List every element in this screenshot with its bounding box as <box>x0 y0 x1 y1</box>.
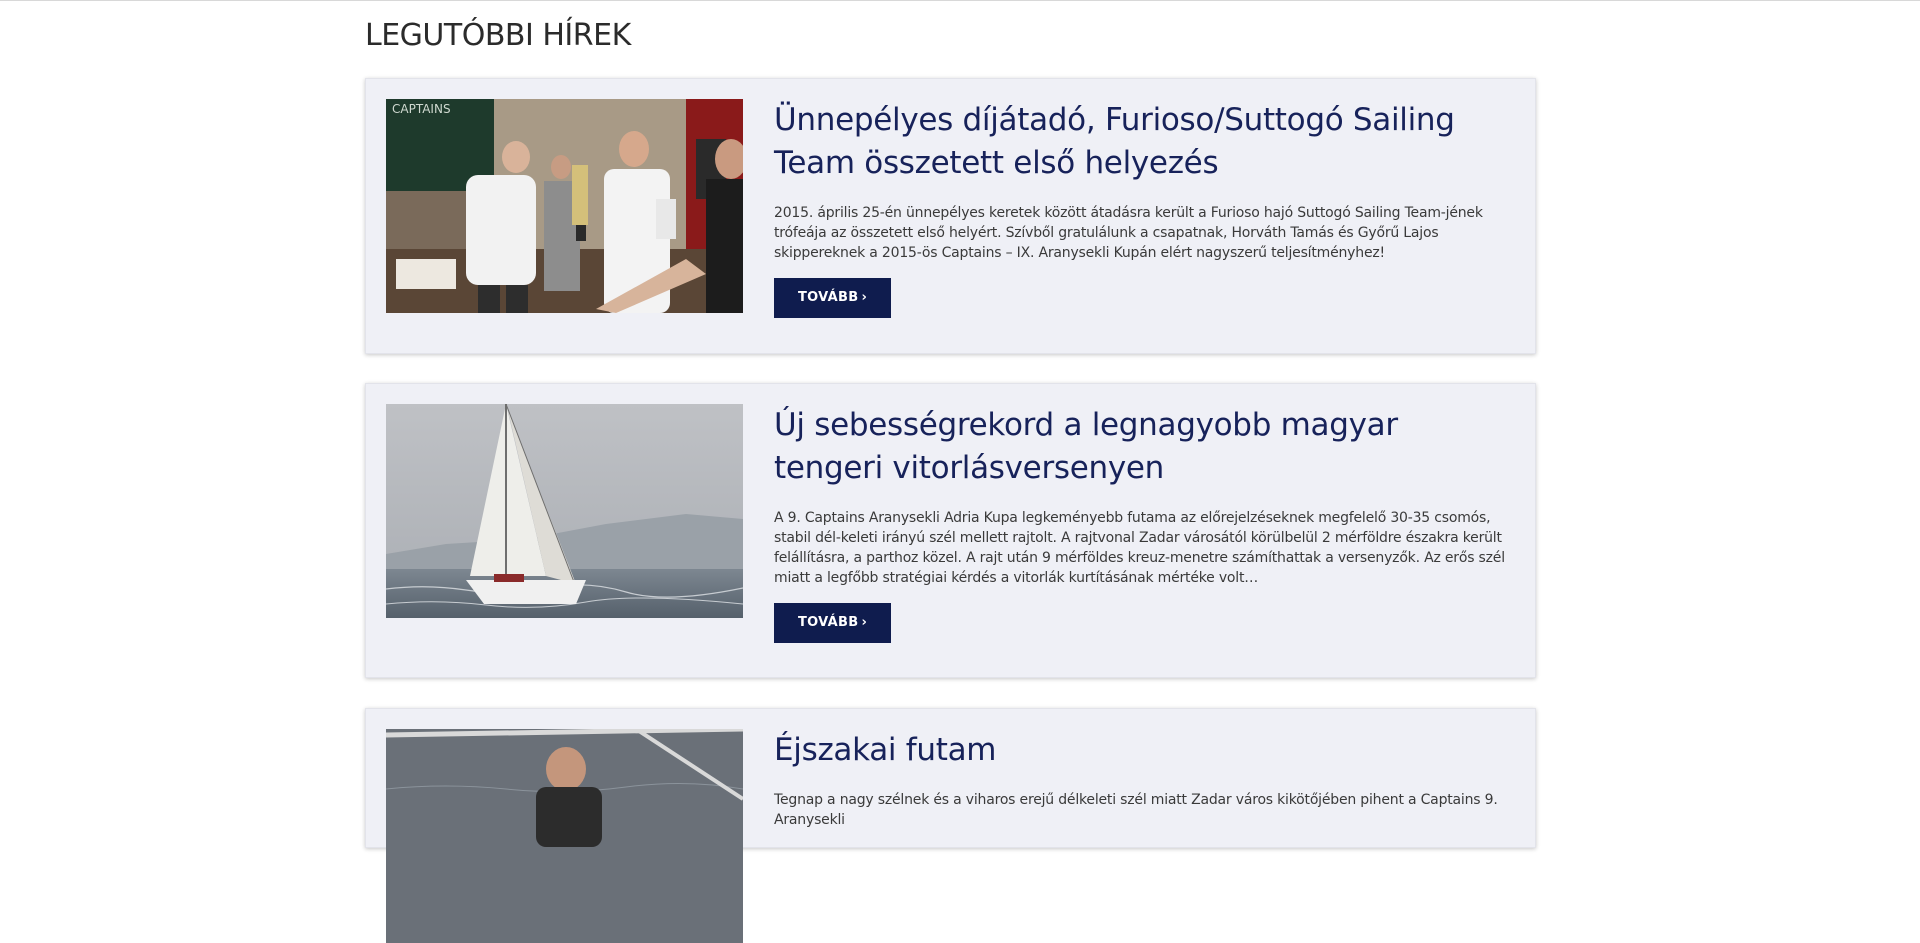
section-title: LEGUTÓBBI HÍREK <box>365 18 631 53</box>
news-excerpt: 2015. április 25-én ünnepélyes keretek k… <box>774 205 1483 261</box>
news-title[interactable]: Éjszakai futam <box>774 729 1509 772</box>
news-card-body: Új sebességrekord a legnagyobb magyar te… <box>774 404 1509 643</box>
news-excerpt: A 9. Captains Aranysekli Adria Kupa legk… <box>774 510 1505 586</box>
chevron-right-icon: › <box>861 615 868 630</box>
chevron-right-icon: › <box>861 290 868 305</box>
news-card-body: Ünnepélyes díjátadó, Furioso/Suttogó Sai… <box>774 99 1509 318</box>
news-card: Új sebességrekord a legnagyobb magyar te… <box>365 383 1536 678</box>
read-more-label: TOVÁBB <box>798 615 859 630</box>
news-title[interactable]: Új sebességrekord a legnagyobb magyar te… <box>774 404 1509 490</box>
read-more-label: TOVÁBB <box>798 290 859 305</box>
news-card: Éjszakai futam Tegnap a nagy szélnek és … <box>365 708 1536 943</box>
news-thumbnail-sailboat[interactable] <box>386 404 743 618</box>
news-excerpt: Tegnap a nagy szélnek és a viharos erejű… <box>774 792 1498 828</box>
image-sign-text: CAPTAINS <box>392 102 451 116</box>
news-card-body: Éjszakai futam Tegnap a nagy szélnek és … <box>774 729 1509 830</box>
read-more-button[interactable]: TOVÁBB › <box>774 603 892 643</box>
top-divider <box>0 0 1920 1</box>
news-thumbnail-night-race[interactable] <box>386 729 743 943</box>
news-card: CAPTAINS Ünnepélyes díjátadó, Furioso/Su… <box>365 78 1536 354</box>
news-title[interactable]: Ünnepélyes díjátadó, Furioso/Suttogó Sai… <box>774 99 1509 185</box>
news-thumbnail-award-ceremony[interactable]: CAPTAINS <box>386 99 743 313</box>
read-more-button[interactable]: TOVÁBB › <box>774 278 892 318</box>
